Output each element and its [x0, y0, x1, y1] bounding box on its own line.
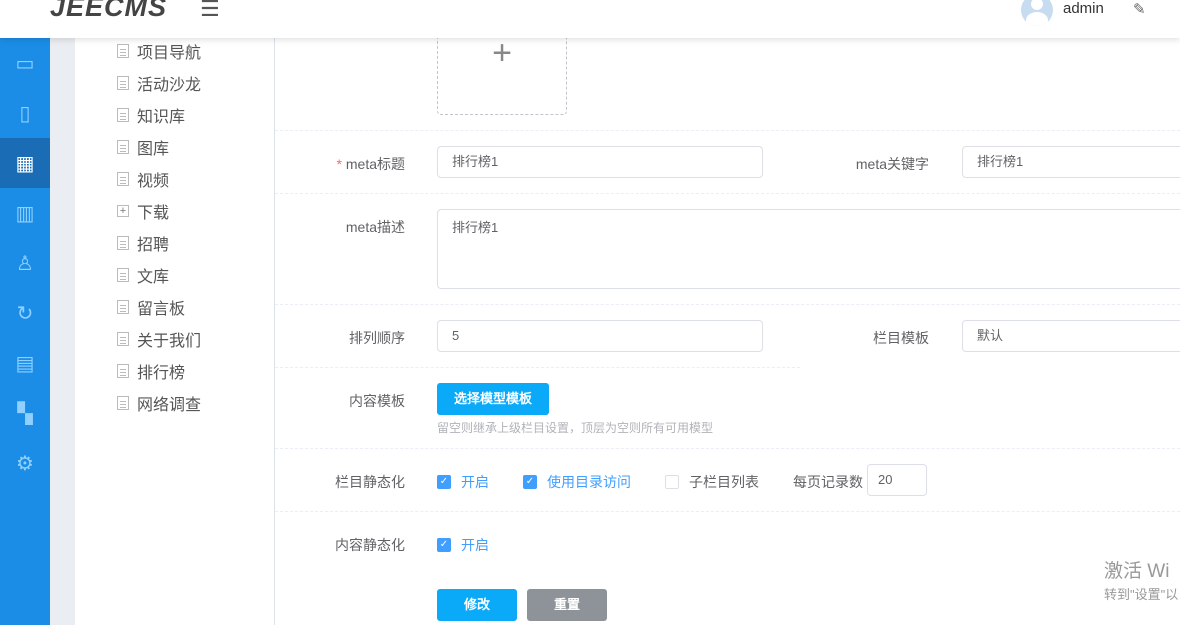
tree-node[interactable]: 关于我们 [117, 328, 201, 350]
file-icon [117, 364, 129, 378]
tree-node[interactable]: 活动沙龙 [117, 72, 201, 94]
tree-node-label: 关于我们 [137, 333, 202, 350]
chart-icon[interactable]: ▥ [0, 188, 50, 238]
meta-keywords-input[interactable]: 排行榜1 [962, 146, 1180, 178]
logo: JEECMS [50, 0, 168, 22]
use-directory-checkbox[interactable]: ✓ 使用目录访问 [523, 472, 631, 492]
choose-model-template-button[interactable]: 选择模型模板 [437, 383, 549, 415]
order-label: 排列顺序 [349, 330, 405, 346]
icon-sidebar: ▭ ▯ ▦ ▥ ♙ ↻ ▤ ▚ ⚙ [0, 38, 50, 625]
meta-title-input[interactable]: 排行榜1 [437, 146, 763, 178]
tree-node[interactable]: 招聘 [117, 232, 169, 254]
reset-button[interactable]: 重置 [527, 589, 607, 621]
content-static-label: 内容静态化 [335, 537, 405, 553]
top-header: JEECMS ☰ admin ✎ [0, 0, 1180, 38]
tree-node[interactable]: 排行榜 [117, 360, 185, 382]
checkbox-box [665, 475, 679, 489]
meta-desc-textarea[interactable]: 排行榜1 [437, 209, 1180, 289]
file-icon [117, 108, 129, 122]
file-icon [117, 140, 129, 154]
tree-node[interactable]: 项目导航 [117, 40, 201, 62]
activation-watermark-sub: 转到"设置"以 [1104, 587, 1179, 602]
document-icon[interactable]: ▯ [0, 88, 50, 138]
meta-title-label: * meta标题 [336, 156, 405, 172]
monitor-icon[interactable]: ▭ [0, 38, 50, 88]
divider [275, 448, 1180, 449]
divider [275, 511, 1180, 512]
tree-node-label: 活动沙龙 [137, 77, 202, 94]
tree-node[interactable]: 视频 [117, 168, 169, 190]
order-input[interactable]: 5 [437, 320, 763, 352]
check-icon: ✓ [437, 475, 451, 489]
gear-icon[interactable]: ⚙ [0, 438, 50, 488]
tree-node-label: 视频 [137, 173, 170, 190]
apps-icon[interactable]: ▚ [0, 388, 50, 438]
tree-node[interactable]: 网络调查 [117, 392, 201, 414]
content-static-checkbox[interactable]: ✓ 开启 [437, 535, 489, 555]
gutter [50, 38, 75, 625]
username[interactable]: admin [1063, 0, 1104, 17]
submit-button[interactable]: 修改 [437, 589, 517, 621]
box-icon[interactable]: ▤ [0, 338, 50, 388]
checkbox-label: 开启 [461, 537, 489, 553]
tree-node-label: 招聘 [137, 237, 170, 254]
activation-watermark: 激活 Wi [1104, 561, 1170, 582]
divider [275, 367, 800, 368]
file-icon [117, 332, 129, 346]
expand-icon[interactable]: + [117, 205, 129, 217]
user-icon[interactable]: ♙ [0, 238, 50, 288]
tree-node-label: 项目导航 [137, 45, 202, 62]
tree-node-label: 留言板 [137, 301, 186, 318]
file-icon [117, 44, 129, 58]
channel-static-checkbox[interactable]: ✓ 开启 [437, 472, 489, 492]
tree-node-label: 下载 [137, 205, 170, 222]
file-icon [117, 236, 129, 250]
meta-keywords-label: meta关键字 [855, 156, 929, 172]
content-template-label: 内容模板 [349, 393, 405, 409]
channel-template-select[interactable]: 默认 [962, 320, 1180, 352]
file-icon [117, 76, 129, 90]
tree-node-label: 排行榜 [137, 365, 186, 382]
avatar[interactable] [1021, 0, 1053, 26]
tree-node[interactable]: 留言板 [117, 296, 185, 318]
meta-desc-label: meta描述 [345, 219, 405, 235]
tree-node-label: 文库 [137, 269, 170, 286]
divider [275, 130, 1180, 131]
checkbox-label: 使用目录访问 [547, 474, 631, 490]
tree-node[interactable]: 知识库 [117, 104, 185, 126]
file-icon [117, 300, 129, 314]
tree-node[interactable]: 图库 [117, 136, 169, 158]
user-edit-icon[interactable]: ✎ [1133, 0, 1146, 18]
tree-node-label: 网络调查 [137, 397, 202, 414]
per-page-input[interactable]: 20 [867, 464, 927, 496]
tree-node-label: 知识库 [137, 109, 186, 126]
check-icon: ✓ [437, 538, 451, 552]
sub-channel-list-checkbox[interactable]: 子栏目列表 [665, 472, 759, 492]
per-page-label: 每页记录数 [793, 474, 863, 490]
refresh-icon[interactable]: ↻ [0, 288, 50, 338]
checkbox-label: 子栏目列表 [689, 474, 759, 490]
file-icon [117, 396, 129, 410]
label-text: meta标题 [345, 156, 405, 172]
channel-template-label: 栏目模板 [873, 330, 929, 346]
file-icon [117, 172, 129, 186]
menu-toggle-icon[interactable]: ☰ [200, 0, 220, 20]
tree-node-label: 图库 [137, 141, 170, 158]
check-icon: ✓ [523, 475, 537, 489]
tree-node[interactable]: 文库 [117, 264, 169, 286]
divider [275, 304, 1180, 305]
divider [275, 193, 1180, 194]
checkbox-label: 开启 [461, 474, 489, 490]
channel-static-label: 栏目静态化 [335, 474, 405, 490]
template-hint: 留空则继承上级栏目设置，顶层为空则所有可用模型 [437, 421, 714, 435]
grid-icon[interactable]: ▦ [0, 138, 50, 188]
file-icon [117, 268, 129, 282]
tree-node[interactable]: + 下载 [117, 200, 169, 222]
